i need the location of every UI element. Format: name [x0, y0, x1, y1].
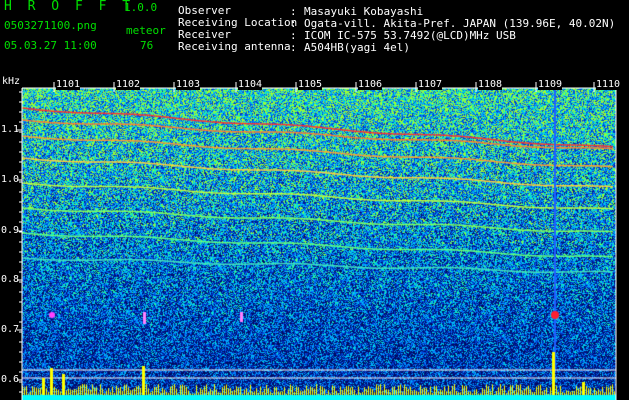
frequency-unit-label: kHz: [2, 76, 21, 87]
time-tick-label: 1101: [56, 79, 81, 90]
time-tick-label: 1107: [418, 79, 443, 90]
meteor-label: meteor: [126, 24, 166, 37]
time-tick-label: 1102: [116, 79, 141, 90]
antenna-label: Receiving antenna: [178, 40, 291, 53]
frequency-tick-label: 0.7: [1, 324, 20, 335]
frequency-tick-label: 1.0: [1, 174, 20, 185]
time-tick-label: 1109: [538, 79, 563, 90]
time-tick-label: 1104: [238, 79, 263, 90]
time-tick-label: 1103: [176, 79, 201, 90]
time-tick-label: 1108: [478, 79, 503, 90]
antenna-value: A504HB(yagi 4el): [304, 41, 410, 54]
meteor-count: 76: [140, 39, 154, 52]
time-tick-label: 1105: [298, 79, 323, 90]
frequency-tick-label: 0.9: [1, 225, 20, 236]
frequency-tick-label: 1.1: [1, 124, 20, 135]
file-name: 0503271100.png: [4, 19, 97, 32]
app-title: H R O F F T: [4, 0, 135, 14]
frequency-tick-label: 0.6: [1, 374, 20, 385]
datetime: 05.03.27 11:00: [4, 39, 97, 52]
frequency-tick-label: 0.8: [1, 274, 20, 285]
spectrogram-axes: [17, 82, 617, 400]
antenna-colon: :: [290, 41, 297, 54]
time-tick-label: 1106: [358, 79, 383, 90]
time-tick-label: 1110: [596, 79, 621, 90]
app-version: 1.0.0: [124, 1, 158, 14]
